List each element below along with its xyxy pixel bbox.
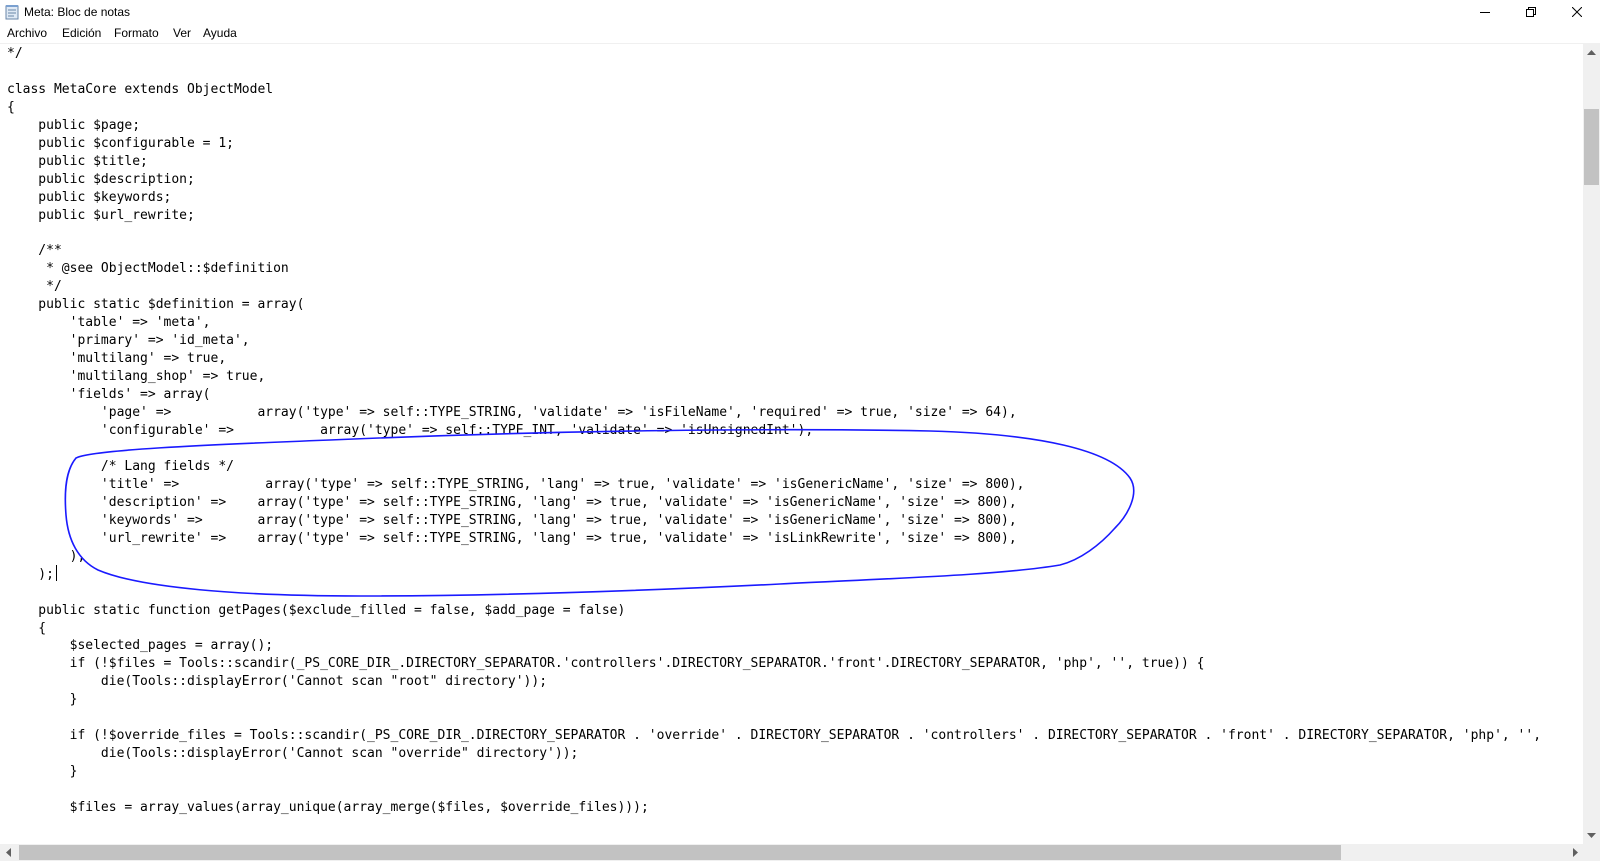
scroll-up-arrow-icon[interactable]	[1583, 44, 1600, 61]
window-title: Meta: Bloc de notas	[24, 5, 131, 19]
menu-archivo[interactable]: Archivo	[5, 25, 49, 41]
scrollbar-corner	[1583, 844, 1600, 861]
close-icon	[1572, 7, 1582, 17]
horizontal-scroll-thumb[interactable]	[19, 845, 1341, 860]
minimize-icon	[1480, 7, 1490, 17]
menu-bar: Archivo Edición Formato Ver Ayuda	[0, 24, 1600, 43]
title-bar[interactable]: Meta: Bloc de notas	[0, 0, 1600, 24]
code-text: */ class MetaCore extends ObjectModel { …	[7, 46, 1542, 816]
vertical-scroll-thumb[interactable]	[1584, 109, 1599, 186]
scroll-left-arrow-icon[interactable]	[0, 844, 17, 861]
text-editor[interactable]: */ class MetaCore extends ObjectModel { …	[0, 44, 1583, 844]
menu-ayuda[interactable]: Ayuda	[201, 25, 239, 41]
horizontal-scrollbar[interactable]	[0, 844, 1583, 861]
close-button[interactable]	[1554, 0, 1600, 24]
menu-formato[interactable]: Formato	[112, 25, 161, 41]
menu-ver[interactable]: Ver	[171, 25, 193, 41]
notepad-icon	[5, 4, 19, 20]
restore-icon	[1526, 7, 1536, 17]
text-caret	[56, 565, 57, 581]
menu-edicion[interactable]: Edición	[60, 25, 103, 41]
minimize-button[interactable]	[1462, 0, 1508, 24]
vertical-scrollbar[interactable]	[1583, 44, 1600, 844]
scroll-right-arrow-icon[interactable]	[1566, 844, 1583, 861]
restore-button[interactable]	[1508, 0, 1554, 24]
scroll-down-arrow-icon[interactable]	[1583, 827, 1600, 844]
